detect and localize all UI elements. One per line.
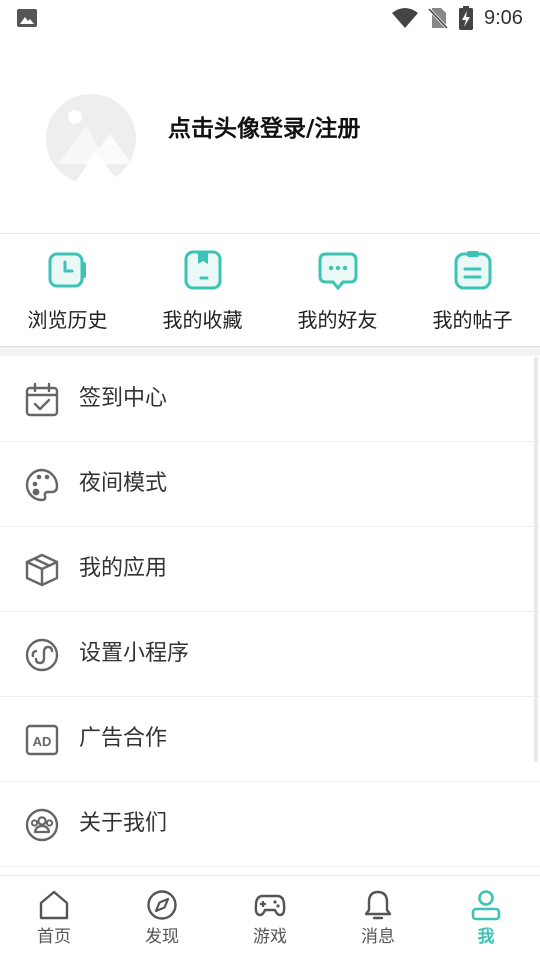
chat-bubble-icon bbox=[318, 252, 358, 290]
quick-action-label: 我的收藏 bbox=[162, 308, 243, 332]
nav-home[interactable]: 首页 bbox=[0, 876, 108, 960]
home-icon bbox=[39, 890, 69, 920]
clock-time: 9:06 bbox=[484, 7, 523, 29]
nav-label: 我 bbox=[477, 927, 495, 947]
menu-item-mini-program[interactable]: 设置小程序 bbox=[0, 612, 540, 697]
quick-action-posts[interactable]: 我的帖子 bbox=[405, 234, 540, 345]
menu-item-my-apps[interactable]: 我的应用 bbox=[0, 527, 540, 612]
menu-item-label: 关于我们 bbox=[79, 811, 168, 836]
menu-item-about[interactable]: 关于我们 bbox=[0, 782, 540, 867]
nav-me[interactable]: 我 bbox=[432, 876, 540, 960]
nav-discover[interactable]: 发现 bbox=[108, 876, 216, 960]
nav-label: 首页 bbox=[37, 927, 71, 947]
nav-label: 发现 bbox=[145, 927, 179, 947]
wifi-icon bbox=[392, 8, 418, 28]
nav-label: 消息 bbox=[361, 927, 395, 947]
bell-icon bbox=[364, 890, 392, 920]
menu-item-label: 设置小程序 bbox=[79, 641, 190, 666]
box-icon bbox=[25, 553, 59, 587]
quick-action-history[interactable]: 浏览历史 bbox=[0, 234, 135, 345]
history-icon bbox=[48, 252, 86, 288]
menu-item-checkin[interactable]: 签到中心 bbox=[0, 357, 540, 442]
bottom-navigation: 首页 发现 游戏 消息 我 bbox=[0, 875, 540, 960]
scrollbar[interactable] bbox=[534, 357, 538, 762]
quick-action-friends[interactable]: 我的好友 bbox=[270, 234, 405, 345]
avatar[interactable] bbox=[46, 94, 136, 184]
compass-icon bbox=[147, 890, 177, 920]
image-icon bbox=[17, 9, 37, 27]
svg-text:AD: AD bbox=[33, 734, 52, 749]
clipboard-icon bbox=[454, 251, 492, 290]
no-sim-icon bbox=[428, 7, 448, 29]
ad-icon: AD bbox=[25, 724, 59, 756]
bookmark-icon bbox=[184, 250, 222, 290]
status-bar: 9:06 bbox=[0, 0, 540, 36]
quick-action-label: 我的好友 bbox=[297, 308, 378, 332]
menu-item-ads[interactable]: AD 广告合作 bbox=[0, 697, 540, 782]
quick-action-label: 我的帖子 bbox=[432, 308, 513, 332]
profile-header: 点击头像登录/注册 bbox=[0, 36, 540, 233]
quick-action-favorites[interactable]: 我的收藏 bbox=[135, 234, 270, 345]
menu-item-label: 夜间模式 bbox=[79, 471, 168, 496]
settings-menu: 签到中心 夜间模式 我的应用 设置小程序 AD 广告合作 关于我们 bbox=[0, 357, 540, 867]
menu-item-label: 签到中心 bbox=[79, 386, 168, 411]
group-icon bbox=[25, 808, 59, 842]
login-register-link[interactable]: 点击头像登录/注册 bbox=[168, 114, 360, 144]
menu-item-night-mode[interactable]: 夜间模式 bbox=[0, 442, 540, 527]
user-icon bbox=[471, 890, 501, 921]
avatar-placeholder-icon bbox=[46, 94, 136, 184]
menu-item-label: 我的应用 bbox=[79, 556, 168, 581]
mini-program-icon bbox=[25, 638, 59, 672]
menu-item-label: 广告合作 bbox=[79, 726, 168, 751]
nav-messages[interactable]: 消息 bbox=[324, 876, 432, 960]
gamepad-icon bbox=[254, 894, 286, 917]
battery-charging-icon bbox=[459, 6, 473, 30]
section-gap bbox=[0, 346, 540, 356]
nav-label: 游戏 bbox=[253, 927, 287, 947]
nav-games[interactable]: 游戏 bbox=[216, 876, 324, 960]
palette-icon bbox=[25, 468, 59, 502]
quick-action-label: 浏览历史 bbox=[27, 308, 108, 332]
calendar-check-icon bbox=[25, 382, 59, 417]
quick-actions: 浏览历史 我的收藏 我的好友 我的帖子 bbox=[0, 234, 540, 345]
